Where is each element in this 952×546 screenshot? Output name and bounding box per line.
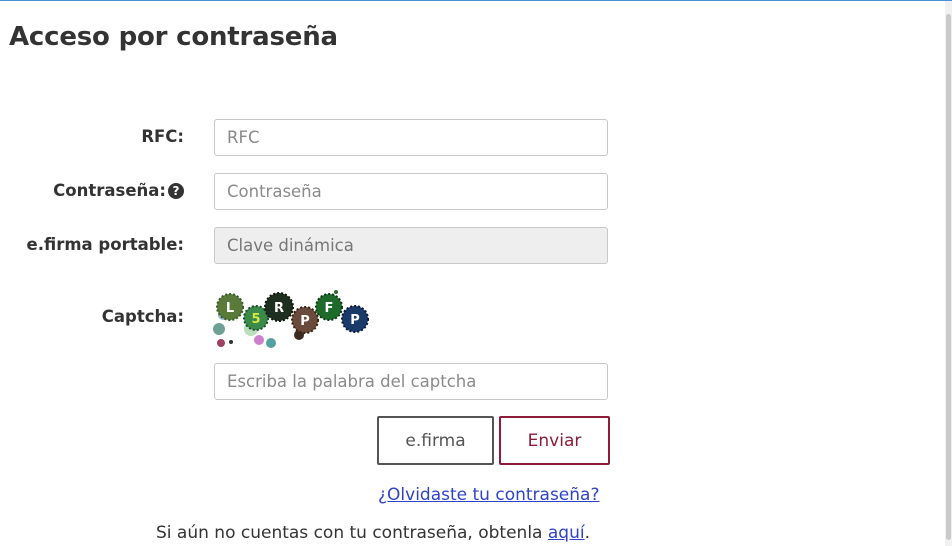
password-label: Contraseña:?: [53, 181, 184, 200]
rfc-input[interactable]: [214, 119, 608, 156]
efirma-portable-label: e.firma portable:: [26, 235, 184, 254]
captcha-char-6: P: [341, 305, 369, 333]
svg-text:P: P: [350, 313, 360, 328]
captcha-char-4: P: [291, 306, 319, 334]
scrollbar-thumb[interactable]: [946, 14, 951, 540]
password-label-text: Contraseña:: [53, 181, 166, 200]
signup-link[interactable]: aquí: [548, 523, 585, 543]
svg-text:L: L: [226, 301, 234, 316]
signup-message: Si aún no cuentas con tu contraseña, obt…: [156, 523, 590, 543]
svg-text:F: F: [325, 301, 334, 316]
svg-text:5: 5: [251, 312, 260, 327]
signup-text: Si aún no cuentas con tu contraseña, obt…: [156, 523, 548, 543]
submit-button[interactable]: Enviar: [499, 416, 610, 465]
captcha-label: Captcha:: [101, 307, 184, 326]
captcha-noise: [217, 339, 225, 347]
captcha-noise: [254, 335, 264, 345]
dynamic-key-input: [214, 227, 608, 264]
password-input[interactable]: [214, 173, 608, 210]
svg-text:P: P: [300, 314, 310, 329]
captcha-char-5: F: [315, 293, 343, 321]
rfc-label: RFC:: [141, 127, 184, 146]
efirma-button[interactable]: e.firma: [377, 416, 494, 465]
captcha-char-1: L: [216, 293, 244, 321]
captcha-noise: [229, 340, 233, 344]
question-circle-icon[interactable]: ?: [168, 183, 184, 199]
forgot-password-link[interactable]: ¿Olvidaste tu contraseña?: [378, 485, 599, 505]
captcha-image: L 5 R P F P: [213, 290, 369, 348]
captcha-char-3: R: [264, 292, 294, 322]
captcha-noise: [334, 290, 338, 294]
signup-suffix: .: [584, 523, 591, 543]
page-title: Acceso por contraseña: [9, 22, 338, 52]
captcha-noise: [213, 323, 225, 335]
captcha-noise: [266, 338, 276, 348]
svg-text:R: R: [274, 301, 284, 316]
captcha-input[interactable]: [214, 363, 608, 400]
top-border: [0, 0, 952, 1]
